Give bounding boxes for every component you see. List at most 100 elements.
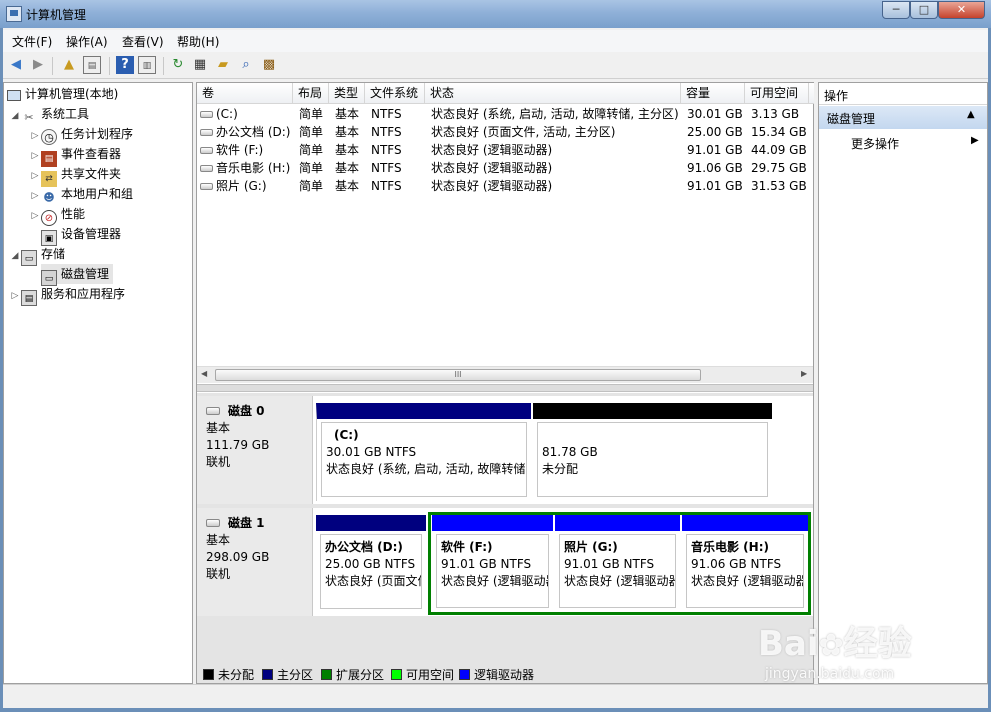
menu-action[interactable]: 操作(A) [66,33,108,50]
show-action-pane-icon[interactable]: ▥ [138,56,156,74]
column-header-filesystem[interactable]: 文件系统 [365,83,425,104]
storage-icon: ▭ [21,250,37,266]
legend-item: 未分配 [203,666,254,683]
help-icon[interactable]: ? [116,56,134,74]
status-bar [3,684,988,708]
drive-icon [200,111,213,118]
drive-icon [200,129,213,136]
legend-item: 可用空间 [391,666,454,683]
legend-item: 逻辑驱动器 [459,666,534,683]
tree-item-device-manager[interactable]: ▣ 设备管理器 [41,224,121,246]
computer-management-icon [6,6,22,22]
table-row[interactable]: 音乐电影 (H:) 简单 基本 NTFS 状态良好 (逻辑驱动器) 91.06 … [197,159,813,177]
tree-item-disk-management[interactable]: ▭ 磁盘管理 [41,264,114,286]
column-header-layout[interactable]: 布局 [293,83,329,104]
collapse-up-icon[interactable]: ▲ [967,109,975,120]
column-header-status[interactable]: 状态 [425,83,681,104]
menu-view[interactable]: 查看(V) [122,33,164,50]
volume-name: 音乐电影 (H:) [200,159,290,177]
drive-icon [200,165,213,172]
column-header-free-space[interactable]: 可用空间 [745,83,809,104]
scroll-thumb[interactable]: III [215,369,701,381]
expand-arrow-icon[interactable]: ▷ [29,146,41,166]
drive-icon [200,183,213,190]
disk-icon [206,407,220,415]
scroll-left-arrow-icon[interactable]: ◀ [201,369,207,378]
center-pane: 卷 布局 类型 文件系统 状态 容量 可用空间 (C:) 简单 基本 NTFS … [196,82,814,684]
table-row[interactable]: (C:) 简单 基本 NTFS 状态良好 (系统, 启动, 活动, 故障转储, … [197,105,813,123]
tree-item-local-users[interactable]: ▷ ☻ 本地用户和组 [29,184,133,204]
partition-g[interactable]: 照片 (G:) 91.01 GB NTFS 状态良好 (逻辑驱动器 [555,515,680,612]
window-title: 计算机管理 [26,8,87,22]
search-icon[interactable]: ⌕ [237,56,255,74]
disk-icon [206,519,220,527]
disk-graph-area: 磁盘 0 基本 111.79 GB 联机 (C:) 30.01 GB NTFS … [197,393,813,683]
legend-item: 扩展分区 [321,666,384,683]
menu-bar: 文件(F) 操作(A) 查看(V) 帮助(H) [3,30,988,52]
forward-arrow-icon[interactable]: ▶ [29,56,47,74]
scroll-right-arrow-icon[interactable]: ▶ [801,369,807,378]
legend-item: 主分区 [262,666,313,683]
services-icon: ▤ [21,290,37,306]
baidu-watermark: Bai✿经验 [758,624,912,664]
minimize-button[interactable]: ─ [882,1,910,19]
legend: 未分配 主分区 扩展分区 可用空间 逻辑驱动器 [203,666,803,682]
column-header-type[interactable]: 类型 [329,83,365,104]
partition-d[interactable]: 办公文档 (D:) 25.00 GB NTFS 状态良好 (页面文件 [316,515,426,613]
table-row[interactable]: 办公文档 (D:) 简单 基本 NTFS 状态良好 (页面文件, 活动, 主分区… [197,123,813,141]
volume-name: (C:) [200,105,238,123]
drive-icon [200,147,213,154]
horizontal-scrollbar[interactable]: ◀ III ▶ [197,366,813,383]
menu-file[interactable]: 文件(F) [12,33,52,50]
back-arrow-icon[interactable]: ◀ [7,56,25,74]
toolbar: ◀ ▶ ▲ ▤ ? ▥ ↻ ▦ ▰ ⌕ ▩ [3,52,988,79]
collapse-arrow-icon[interactable]: ◢ [9,246,21,266]
submenu-arrow-icon: ▶ [971,135,979,146]
properties-icon[interactable]: ▦ [191,56,209,74]
volume-name: 办公文档 (D:) [200,123,290,141]
table-row[interactable]: 软件 (F:) 简单 基本 NTFS 状态良好 (逻辑驱动器) 91.01 GB… [197,141,813,159]
partition-h[interactable]: 音乐电影 (H:) 91.06 GB NTFS 状态良好 (逻辑驱动器 [682,515,808,612]
tree-item-shared-folders[interactable]: ▷ ⇄ 共享文件夹 [29,164,121,187]
expand-arrow-icon[interactable]: ▷ [29,166,41,186]
splitter[interactable] [197,384,813,392]
action-pane: 操作 磁盘管理 ▲ 更多操作 ▶ [818,82,988,684]
open-folder-icon[interactable]: ▰ [214,56,232,74]
tree-item-storage[interactable]: ◢ ▭ 存储 [9,244,65,266]
collapse-arrow-icon[interactable]: ◢ [9,106,21,126]
tree-item-services[interactable]: ▷ ▤ 服务和应用程序 [9,284,125,306]
expand-arrow-icon[interactable]: ▷ [29,186,41,206]
show-hide-tree-icon[interactable]: ▤ [83,56,101,74]
expand-arrow-icon[interactable]: ▷ [29,126,41,146]
action-pane-header: 操作 [819,83,987,105]
close-button[interactable]: ✕ [938,1,985,19]
volume-name: 软件 (F:) [200,141,263,159]
tree-item-task-scheduler[interactable]: ▷ ◷ 任务计划程序 [29,124,133,146]
tree-item-root[interactable]: 计算机管理(本地) [7,84,118,104]
partition-unallocated[interactable]: 81.78 GB 未分配 [533,403,772,501]
action-section-disk-management[interactable]: 磁盘管理 ▲ [819,106,987,129]
volume-name: 照片 (G:) [200,177,267,195]
partition-f[interactable]: 软件 (F:) 91.01 GB NTFS 状态良好 (逻辑驱动器 [432,515,553,612]
title-bar: 计算机管理 [0,0,991,28]
table-row[interactable]: 照片 (G:) 简单 基本 NTFS 状态良好 (逻辑驱动器) 91.01 GB… [197,177,813,195]
computer-icon [7,90,21,101]
expand-arrow-icon[interactable]: ▷ [9,286,21,306]
more-actions-item[interactable]: 更多操作 ▶ [819,132,987,152]
maximize-button[interactable]: □ [910,1,938,19]
column-header-volume[interactable]: 卷 [197,83,293,104]
menu-help[interactable]: 帮助(H) [177,33,219,50]
settings-icon[interactable]: ▩ [260,56,278,74]
column-header-capacity[interactable]: 容量 [681,83,745,104]
expand-arrow-icon[interactable]: ▷ [29,206,41,226]
navigation-tree: 计算机管理(本地) ◢ ✂ 系统工具 ▷ ◷ 任务计划程序 ▷ ▤ 事件查看器 ▷ ⇄ 共享文件… [3,82,193,684]
refresh-icon[interactable]: ↻ [169,56,187,74]
disk-0-info[interactable]: 磁盘 0 基本 111.79 GB 联机 [197,396,313,504]
paw-icon: ✿ [818,628,844,663]
tree-item-event-viewer[interactable]: ▷ ▤ 事件查看器 [29,144,121,167]
tree-item-system-tools[interactable]: ◢ ✂ 系统工具 [9,104,89,124]
partition-c[interactable]: (C:) 30.01 GB NTFS 状态良好 (系统, 启动, 活动, 故障转… [316,403,531,501]
tree-item-performance[interactable]: ▷ ⊘ 性能 [29,204,85,226]
disk-1-info[interactable]: 磁盘 1 基本 298.09 GB 联机 [197,508,313,616]
up-folder-icon[interactable]: ▲ [60,56,78,74]
